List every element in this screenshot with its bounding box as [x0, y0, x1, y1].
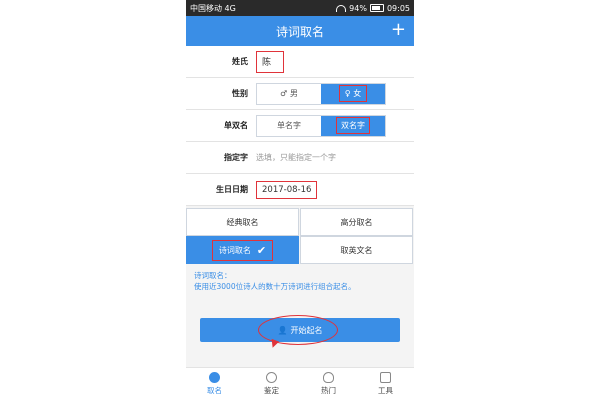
gender-female-label: 女 [353, 89, 362, 98]
poetry-highlight: 诗词取名 ✔ [211, 239, 274, 261]
wifi-icon [336, 4, 347, 12]
battery-icon [369, 4, 384, 12]
annotation-tail [268, 338, 280, 350]
appraise-tab-icon [266, 372, 277, 383]
specified-char-row: 指定字 选填，只能指定一个字 [186, 142, 414, 174]
double-name-option[interactable]: 双名字 [321, 115, 385, 136]
mode-english[interactable]: 取英文名 [300, 236, 413, 264]
female-icon: ♀ [344, 89, 354, 98]
surname-row: 姓氏 陈 [186, 46, 414, 78]
gender-male-option[interactable]: ♂ 男 [257, 84, 321, 104]
phone-screen: 中国移动 4G 94% 09:05 诗词取名 + 姓氏 陈 性别 ♂ 男 ♀ 女… [186, 0, 414, 400]
mode-description: 诗词取名： 使用近3000位诗人的数十万诗词进行组合起名。 [194, 270, 408, 292]
birthday-input[interactable]: 2017-08-16 [256, 180, 318, 199]
tab-appraise[interactable]: 鉴定 [243, 368, 300, 400]
tab-tools[interactable]: 工具 [357, 368, 414, 400]
status-bar: 中国移动 4G 94% 09:05 [186, 0, 414, 16]
tab-tools-label: 工具 [378, 386, 393, 395]
mode-high-score[interactable]: 高分取名 [300, 208, 413, 236]
tab-naming[interactable]: 取名 [186, 368, 243, 400]
name-type-selector: 单名字 双名字 [256, 114, 386, 137]
birthday-row: 生日日期 2017-08-16 [186, 174, 414, 206]
tools-tab-icon [380, 372, 391, 383]
app-header: 诗词取名 + [186, 16, 414, 46]
clock: 09:05 [386, 3, 410, 13]
tab-popular-label: 热门 [321, 386, 336, 395]
battery-percent: 94% [349, 3, 367, 13]
mode-poetry[interactable]: 诗词取名 ✔ [186, 236, 299, 264]
gender-male-label: 男 [289, 89, 298, 98]
naming-tab-icon [209, 372, 220, 383]
single-name-option[interactable]: 单名字 [257, 116, 321, 136]
gender-selector: ♂ 男 ♀ 女 [256, 82, 386, 105]
page-title: 诗词取名 [275, 24, 324, 39]
specified-char-input[interactable]: 选填，只能指定一个字 [256, 152, 336, 163]
flame-icon [323, 372, 334, 383]
description-title: 诗词取名： [194, 271, 232, 280]
status-right: 94% 09:05 [336, 4, 410, 13]
bottom-tab-bar: 取名 鉴定 热门 工具 [186, 367, 414, 400]
surname-input[interactable]: 陈 [256, 50, 285, 73]
check-icon: ✔ [256, 243, 267, 257]
add-icon[interactable]: + [391, 20, 406, 40]
mode-classic[interactable]: 经典取名 [186, 208, 299, 236]
name-type-row: 单双名 单名字 双名字 [186, 110, 414, 142]
male-icon: ♂ [280, 89, 290, 98]
gender-row: 性别 ♂ 男 ♀ 女 [186, 78, 414, 110]
tab-popular[interactable]: 热门 [300, 368, 357, 400]
gender-female-option[interactable]: ♀ 女 [321, 83, 385, 104]
description-text: 使用近3000位诗人的数十万诗词进行组合起名。 [194, 282, 356, 291]
surname-label: 姓氏 [232, 57, 248, 66]
double-name-label: 双名字 [336, 117, 370, 134]
birthday-label: 生日日期 [216, 185, 248, 194]
female-highlight: ♀ 女 [338, 85, 368, 102]
tab-appraise-label: 鉴定 [264, 386, 279, 395]
tab-naming-label: 取名 [207, 386, 222, 395]
mode-poetry-label: 诗词取名 [218, 245, 251, 255]
gender-label: 性别 [232, 89, 248, 98]
specified-char-label: 指定字 [224, 153, 248, 162]
name-form: 姓氏 陈 性别 ♂ 男 ♀ 女 单双名 单名字 双名字 指定字 选填，只能指定一… [186, 46, 414, 206]
name-type-label: 单双名 [224, 121, 248, 130]
carrier-label: 中国移动 4G [190, 3, 236, 13]
